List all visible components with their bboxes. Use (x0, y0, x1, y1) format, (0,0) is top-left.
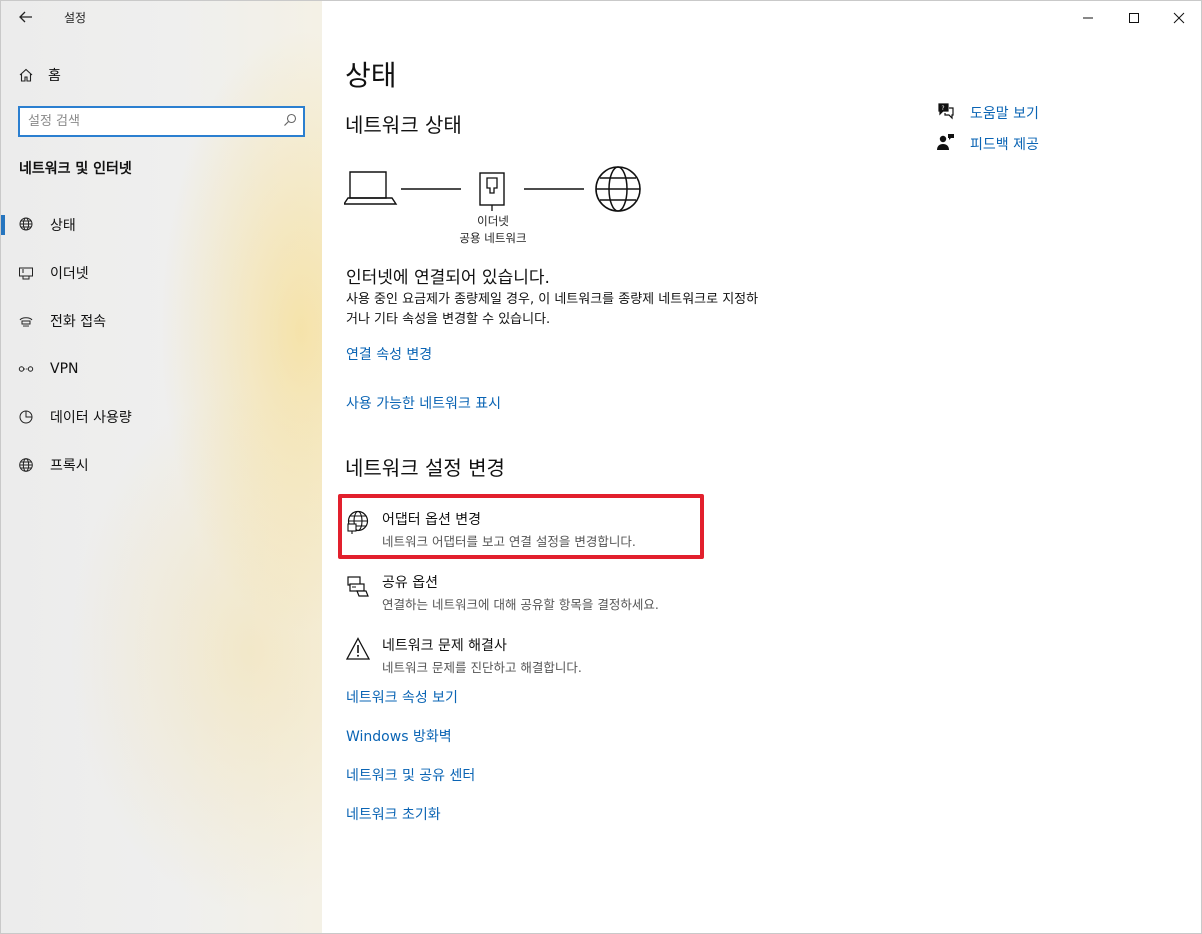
minimize-icon (1083, 17, 1093, 19)
sidebar-nav: 상태 이더넷 전화 접속 VPN 데이터 사용량 프록시 (1, 201, 322, 489)
ethernet-icon (18, 265, 34, 281)
connection-status-title: 인터넷에 연결되어 있습니다. (346, 268, 550, 288)
page-title: 상태 (345, 59, 397, 92)
sidebar-item-home[interactable]: 홈 (18, 63, 61, 87)
feedback-person-icon (936, 133, 956, 155)
sidebar-item-dialup[interactable]: 전화 접속 (1, 297, 322, 345)
proxy-globe-icon (18, 457, 34, 473)
dialup-icon (18, 313, 34, 329)
network-status-heading: 네트워크 상태 (345, 113, 462, 137)
sidebar-item-ethernet[interactable]: 이더넷 (1, 249, 322, 297)
sidebar-item-label: VPN (50, 361, 79, 377)
ethernet-port-icon (479, 172, 505, 211)
sidebar-item-label: 이더넷 (50, 266, 89, 282)
change-connection-props-link[interactable]: 연결 속성 변경 (346, 344, 432, 364)
back-arrow-icon (19, 11, 32, 23)
get-help-link[interactable]: ? 도움말 보기 (936, 102, 1039, 124)
internet-globe-icon (595, 166, 641, 212)
maximize-button[interactable] (1111, 1, 1157, 35)
window-title: 설정 (64, 11, 87, 25)
search-icon[interactable] (283, 112, 297, 131)
laptop-icon (344, 171, 398, 205)
option-desc: 연결하는 네트워크에 대해 공유할 항목을 결정하세요. (382, 597, 659, 612)
option-title: 공유 옵션 (382, 575, 438, 591)
sidebar-item-proxy[interactable]: 프록시 (1, 441, 322, 489)
maximize-icon (1129, 13, 1139, 23)
view-network-props-link[interactable]: 네트워크 속성 보기 (346, 687, 458, 707)
get-help-label: 도움말 보기 (970, 106, 1039, 122)
sharing-options-item[interactable]: 공유 옵션 연결하는 네트워크에 대해 공유할 항목을 결정하세요. (344, 564, 704, 616)
change-settings-heading: 네트워크 설정 변경 (345, 456, 505, 480)
sidebar-item-label: 프록시 (50, 458, 89, 474)
sharing-icon (344, 572, 372, 600)
sidebar-item-status[interactable]: 상태 (1, 201, 322, 249)
connection-status-desc: 사용 중인 요금제가 종량제일 경우, 이 네트워크를 종량제 네트워크로 지정… (346, 292, 759, 327)
sharing-center-link[interactable]: 네트워크 및 공유 센터 (346, 765, 475, 785)
search-input[interactable] (28, 114, 268, 129)
give-feedback-link[interactable]: 피드백 제공 (936, 133, 1039, 155)
network-reset-link[interactable]: 네트워크 초기화 (346, 804, 441, 824)
sidebar-item-label: 데이터 사용량 (50, 410, 132, 426)
vpn-icon (18, 361, 34, 377)
home-icon (18, 67, 34, 83)
option-desc: 네트워크 문제를 진단하고 해결합니다. (382, 660, 582, 675)
troubleshooter-item[interactable]: 네트워크 문제 해결사 네트워크 문제를 진단하고 해결합니다. (344, 627, 704, 679)
sidebar: 설정 홈 네트워크 및 인터넷 상태 (1, 1, 322, 933)
settings-window: 설정 홈 네트워크 및 인터넷 상태 (0, 0, 1202, 934)
give-feedback-label: 피드백 제공 (970, 137, 1039, 153)
sidebar-item-label: 상태 (50, 218, 76, 234)
sidebar-item-label: 전화 접속 (50, 314, 106, 330)
sidebar-item-data-usage[interactable]: 데이터 사용량 (1, 393, 322, 441)
status-globe-icon (18, 217, 34, 233)
close-icon (1173, 12, 1185, 24)
help-chat-icon: ? (936, 102, 956, 124)
network-type-label: 공용 네트워크 (459, 231, 527, 245)
adapter-name-label: 이더넷 (477, 214, 509, 228)
show-available-networks-link[interactable]: 사용 가능한 네트워크 표시 (346, 393, 501, 413)
option-title: 네트워크 문제 해결사 (382, 638, 507, 654)
windows-firewall-link[interactable]: Windows 방화벽 (346, 726, 452, 746)
home-label: 홈 (48, 68, 61, 84)
sidebar-section-title: 네트워크 및 인터넷 (19, 161, 132, 177)
close-button[interactable] (1156, 1, 1201, 35)
minimize-button[interactable] (1065, 1, 1111, 35)
back-button[interactable] (15, 7, 37, 27)
warning-icon (344, 635, 372, 663)
highlight-box (338, 494, 704, 559)
data-usage-icon (18, 409, 34, 425)
search-box[interactable] (18, 106, 305, 137)
svg-text:?: ? (941, 105, 944, 112)
sidebar-item-vpn[interactable]: VPN (1, 345, 322, 393)
